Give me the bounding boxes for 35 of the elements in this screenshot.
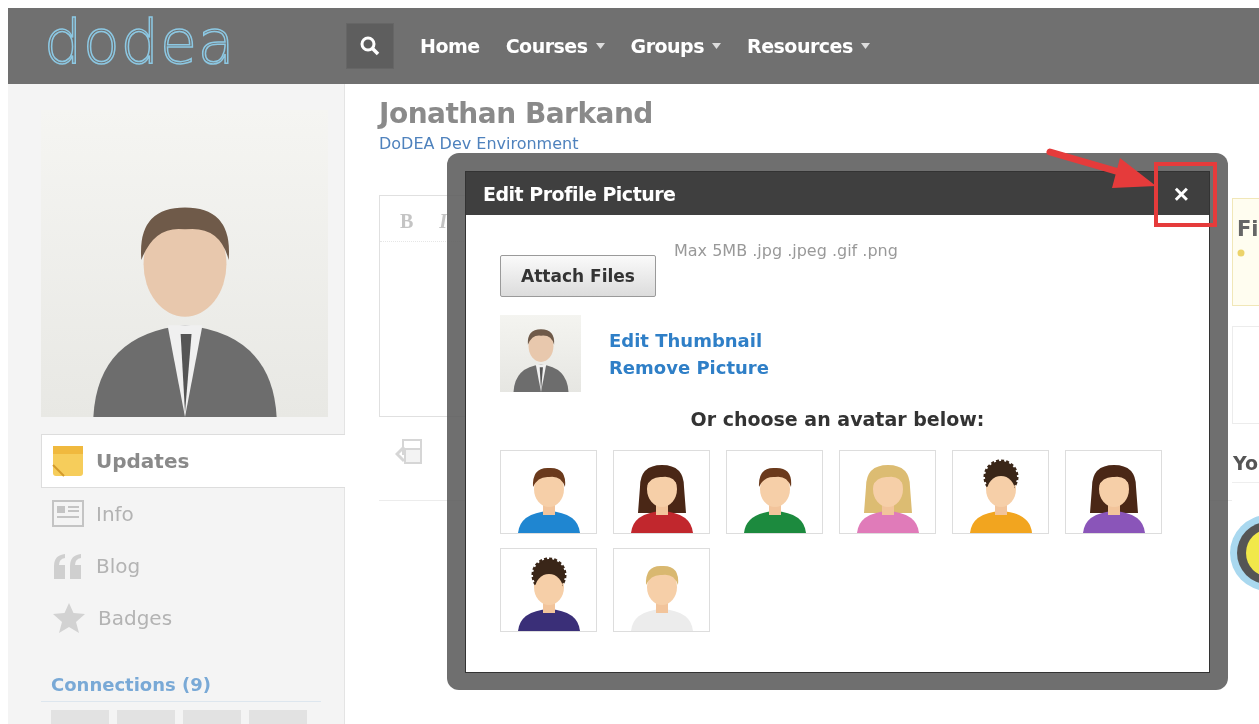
sidebar-item[interactable]: Updates <box>41 434 345 488</box>
dialog-link[interactable]: Remove Picture <box>609 356 769 378</box>
star-icon <box>52 602 86 634</box>
avatar-prompt: Or choose an avatar below: <box>690 408 985 430</box>
caret-icon <box>595 43 605 49</box>
highlight-frame <box>1154 162 1217 227</box>
search-icon <box>360 36 380 56</box>
logo: dodea <box>44 12 237 72</box>
dialog-link[interactable]: Edit Thumbnail <box>609 329 769 351</box>
bullet-icon <box>1237 249 1245 257</box>
nav-menu-item[interactable]: Resources <box>747 35 870 57</box>
section-title: Yo <box>1232 452 1259 483</box>
caret-icon <box>712 43 721 49</box>
avatar-option[interactable] <box>726 450 823 534</box>
avatar-option[interactable] <box>613 450 710 534</box>
dialog-title: Edit Profile Picture <box>483 182 676 205</box>
close-button[interactable]: × <box>1167 180 1195 207</box>
avatar-option[interactable] <box>500 548 597 632</box>
attach-files-button[interactable]: Attach Files <box>500 255 656 297</box>
file-limit-hint: Max 5MB .jpg .jpeg .gif .png <box>674 241 898 260</box>
id-card-icon <box>52 500 84 528</box>
avatar-option[interactable] <box>500 450 597 534</box>
nav-menu-item[interactable]: Courses <box>505 35 605 57</box>
sticky-note-icon <box>52 445 84 477</box>
connections-link[interactable]: Connections (9) <box>41 674 321 702</box>
quote-icon <box>52 552 84 580</box>
avatar-option[interactable] <box>1065 450 1162 534</box>
profile-name: Jonathan Barkand <box>379 98 654 131</box>
avatar-option[interactable] <box>952 450 1049 534</box>
search-button[interactable] <box>346 23 394 69</box>
nav-menu-item[interactable]: Groups <box>630 35 721 57</box>
nav-menu-item[interactable]: Home <box>420 35 480 57</box>
network-link[interactable]: DoDEA Dev Environment <box>379 134 579 154</box>
card-title: Fi <box>1237 217 1259 241</box>
caret-icon <box>860 43 870 49</box>
